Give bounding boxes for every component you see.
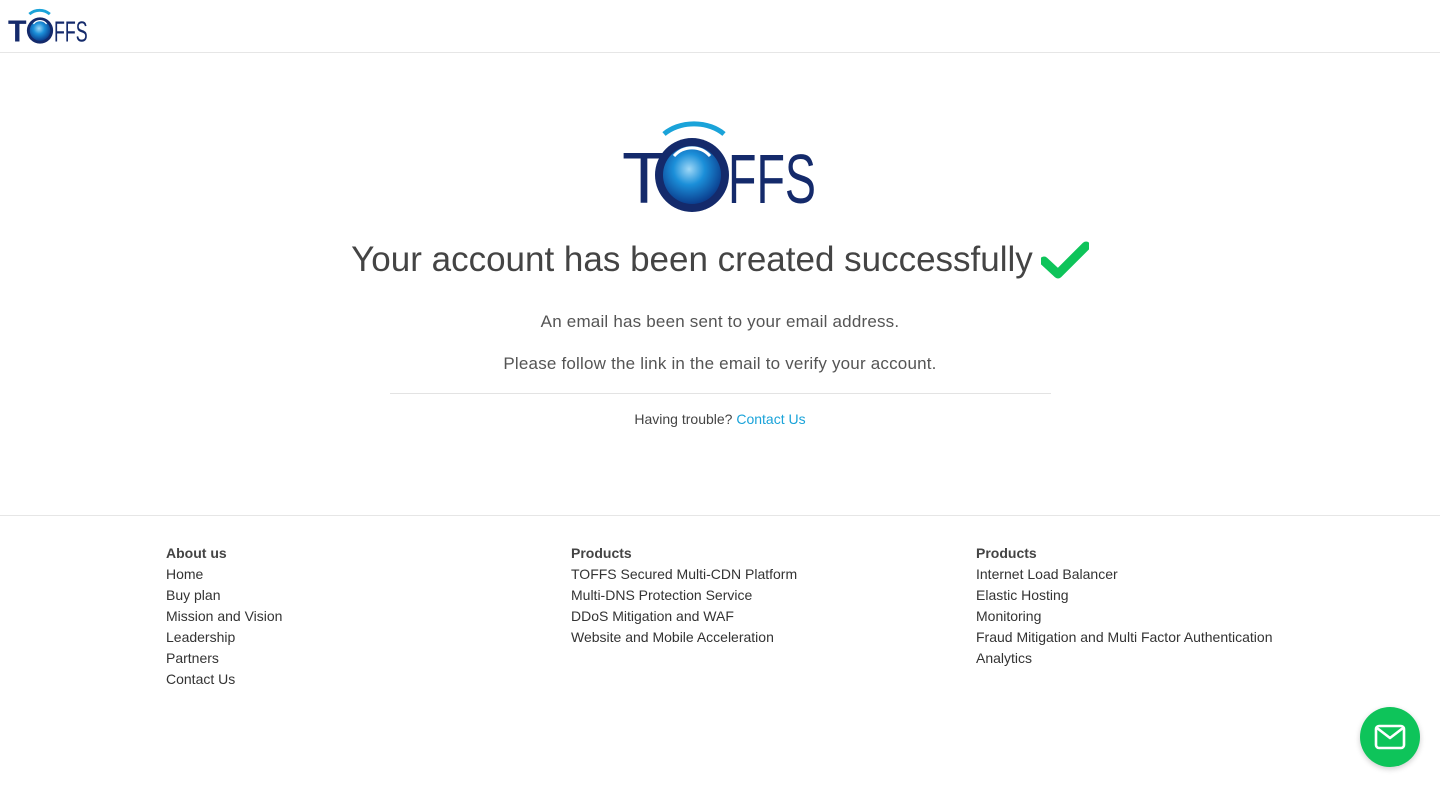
footer-link-multi-dns[interactable]: Multi-DNS Protection Service bbox=[571, 585, 797, 606]
trouble-text: Having trouble? bbox=[634, 411, 737, 427]
contact-mail-button[interactable] bbox=[1360, 707, 1420, 767]
svg-text:T: T bbox=[8, 16, 27, 47]
footer-link-ddos-waf[interactable]: DDoS Mitigation and WAF bbox=[571, 606, 797, 627]
footer-link-acceleration[interactable]: Website and Mobile Acceleration bbox=[571, 627, 797, 648]
footer-link-multi-cdn[interactable]: TOFFS Secured Multi-CDN Platform bbox=[571, 564, 797, 585]
verify-message: Please follow the link in the email to v… bbox=[503, 354, 937, 373]
footer-col-products-1: Products TOFFS Secured Multi-CDN Platfor… bbox=[571, 543, 797, 648]
svg-text:FFS: FFS bbox=[54, 17, 88, 47]
footer-link-home[interactable]: Home bbox=[166, 564, 282, 585]
footer-link-analytics[interactable]: Analytics bbox=[976, 648, 1273, 669]
checkmark-icon bbox=[1040, 241, 1089, 279]
footer-link-leadership[interactable]: Leadership bbox=[166, 627, 282, 648]
footer-link-mission[interactable]: Mission and Vision bbox=[166, 606, 282, 627]
success-title-text: Your account has been created successful… bbox=[351, 240, 1033, 279]
success-heading: Your account has been created successful… bbox=[0, 240, 1440, 280]
email-sent-message: An email has been sent to your email add… bbox=[540, 312, 900, 331]
toffs-logo-icon: T FFS bbox=[8, 8, 88, 47]
footer-link-load-balancer[interactable]: Internet Load Balancer bbox=[976, 564, 1273, 585]
main-logo: T FFS bbox=[622, 120, 817, 214]
footer-col-about: About us Home Buy plan Mission and Visio… bbox=[166, 543, 282, 690]
trouble-line: Having trouble? Contact Us bbox=[0, 411, 1440, 427]
footer-link-monitoring[interactable]: Monitoring bbox=[976, 606, 1273, 627]
footer-link-partners[interactable]: Partners bbox=[166, 648, 282, 669]
footer-link-buy-plan[interactable]: Buy plan bbox=[166, 585, 282, 606]
footer-link-contact[interactable]: Contact Us bbox=[166, 669, 282, 690]
footer-heading-about: About us bbox=[166, 545, 227, 561]
footer-link-elastic-hosting[interactable]: Elastic Hosting bbox=[976, 585, 1273, 606]
svg-text:FFS: FFS bbox=[728, 140, 816, 214]
footer-link-fraud-mitigation[interactable]: Fraud Mitigation and Multi Factor Authen… bbox=[976, 627, 1273, 648]
header-logo[interactable]: T FFS bbox=[8, 5, 88, 47]
mail-icon bbox=[1374, 724, 1406, 750]
site-footer: About us Home Buy plan Mission and Visio… bbox=[0, 515, 1440, 787]
top-header: T FFS bbox=[0, 0, 1440, 53]
footer-heading-products: Products bbox=[976, 545, 1037, 561]
footer-heading-products: Products bbox=[571, 545, 632, 561]
toffs-logo-icon: T FFS bbox=[622, 121, 816, 214]
footer-col-products-2: Products Internet Load Balancer Elastic … bbox=[976, 543, 1273, 669]
content-divider bbox=[390, 393, 1051, 394]
contact-us-link[interactable]: Contact Us bbox=[736, 411, 805, 427]
